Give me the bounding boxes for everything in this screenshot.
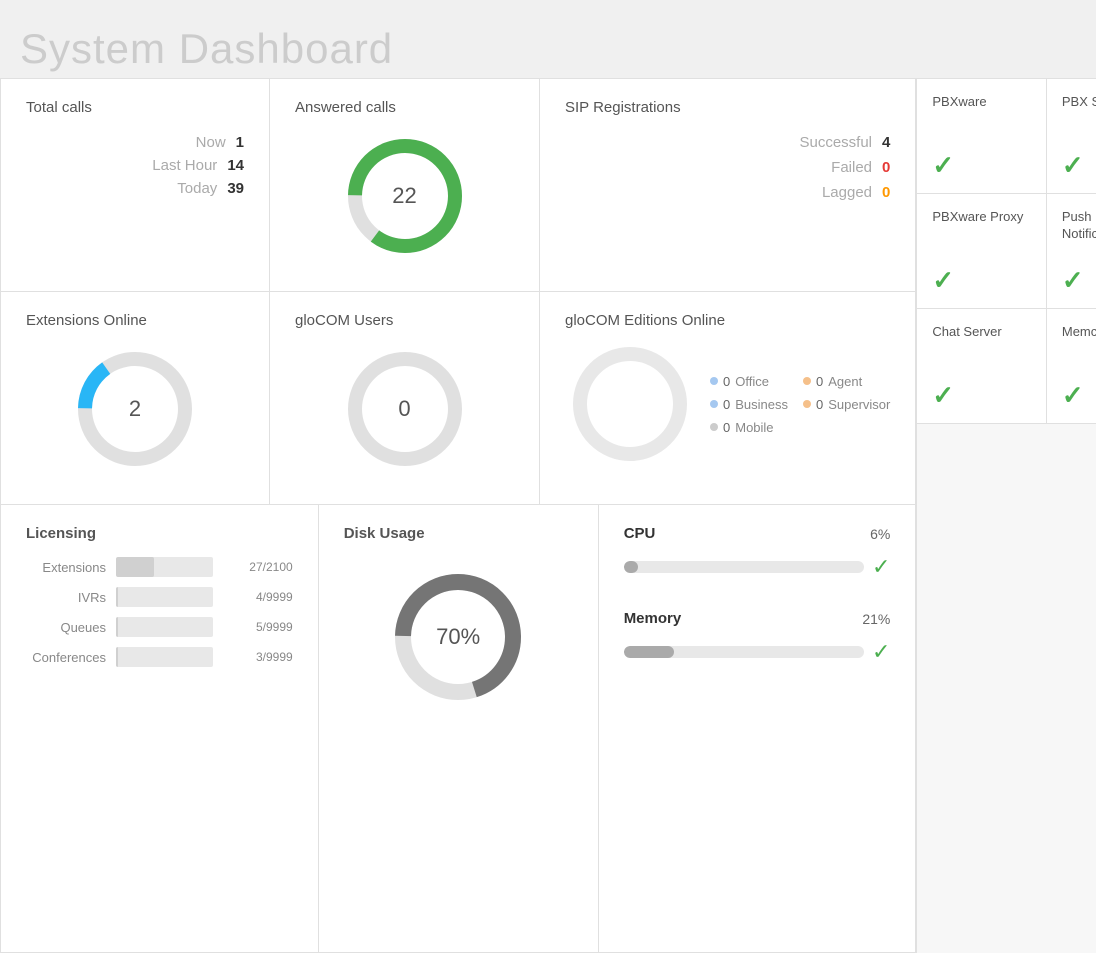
sip-failed-label: Failed — [831, 159, 872, 176]
legend-business: 0 Business — [710, 397, 788, 412]
extensions-title: Extensions Online — [26, 312, 244, 329]
license-row: Extensions 27/2100 — [26, 557, 293, 577]
glocom-editions-card: gloCOM Editions Online 0 — [540, 292, 916, 505]
license-name: IVRs — [26, 590, 106, 605]
legend-supervisor: 0 Supervisor — [803, 397, 890, 412]
extensions-value: 2 — [129, 396, 141, 422]
now-value: 1 — [236, 134, 244, 151]
service-check-icon: ✓ — [932, 380, 1031, 411]
answered-calls-donut: 22 — [340, 131, 470, 261]
service-cell: Memcached ✓ — [1047, 309, 1096, 424]
glocom-users-value: 0 — [398, 396, 410, 422]
cpu-title: CPU — [624, 525, 656, 542]
disk-usage-title: Disk Usage — [344, 525, 573, 542]
sip-failed-value: 0 — [882, 159, 890, 176]
license-row: IVRs 4/9999 — [26, 587, 293, 607]
service-name: PBX Service — [1062, 94, 1096, 111]
now-label: Now — [196, 134, 226, 151]
glocom-users-donut: 0 — [340, 344, 470, 474]
service-name: PBXware — [932, 94, 1031, 111]
cpu-check-icon: ✓ — [872, 554, 890, 580]
service-name: Memcached — [1062, 324, 1096, 341]
service-name: Chat Server — [932, 324, 1031, 341]
legend-mobile: 0 Mobile — [710, 420, 788, 435]
disk-usage-card: Disk Usage 70% — [319, 505, 599, 953]
sip-title: SIP Registrations — [565, 99, 890, 116]
service-cell: PBX Service ✓ — [1047, 79, 1096, 194]
license-bars: Extensions 27/2100 IVRs 4/9999 Queues 5/9999 C… — [26, 557, 293, 667]
sip-successful-label: Successful — [799, 134, 872, 151]
page-title: System Dashboard — [20, 25, 393, 73]
service-check-icon: ✓ — [1062, 150, 1096, 181]
license-row: Conferences 3/9999 — [26, 647, 293, 667]
legend-agent: 0 Agent — [803, 374, 890, 389]
memory-check-icon: ✓ — [872, 639, 890, 665]
license-name: Extensions — [26, 560, 106, 575]
cpu-bar — [624, 561, 638, 573]
service-cell: Chat Server ✓ — [917, 309, 1047, 424]
licensing-title: Licensing — [26, 525, 293, 542]
total-calls-title: Total calls — [26, 99, 244, 116]
legend-office: 0 Office — [710, 374, 788, 389]
memory-section: Memory 21% ✓ — [624, 610, 891, 665]
service-check-icon: ✓ — [932, 150, 1031, 181]
sip-successful-value: 4 — [882, 134, 890, 151]
glocom-users-title: gloCOM Users — [295, 312, 514, 329]
today-label: Today — [177, 180, 217, 197]
answered-calls-value: 22 — [392, 183, 416, 209]
disk-usage-donut: 70% — [383, 562, 533, 712]
license-value: 4/9999 — [223, 590, 293, 604]
cpu-memory-card: CPU 6% ✓ Memory — [599, 505, 917, 953]
disk-usage-value: 70% — [436, 624, 480, 650]
service-name: Push Notifications — [1062, 209, 1096, 243]
glocom-editions-donut — [565, 339, 695, 469]
license-value: 5/9999 — [223, 620, 293, 634]
last-hour-label: Last Hour — [152, 157, 217, 174]
service-cell: PBXware ✓ — [917, 79, 1047, 194]
license-name: Conferences — [26, 650, 106, 665]
license-row: Queues 5/9999 — [26, 617, 293, 637]
memory-bar — [624, 646, 674, 658]
service-cell: PBXware Proxy ✓ — [917, 194, 1047, 309]
service-grid: PBXware✓PBX Service✓PBXware Proxy✓Push N… — [917, 78, 1096, 424]
service-cell: Push Notifications ✓ — [1047, 194, 1096, 309]
extensions-donut: 2 — [70, 344, 200, 474]
service-check-icon: ✓ — [932, 265, 1031, 296]
glocom-users-card: gloCOM Users 0 — [270, 292, 540, 505]
license-value: 27/2100 — [223, 560, 293, 574]
memory-title: Memory — [624, 610, 682, 627]
service-check-icon: ✓ — [1062, 265, 1096, 296]
last-hour-value: 14 — [227, 157, 244, 174]
extensions-card: Extensions Online 2 — [0, 292, 270, 505]
sip-card: SIP Registrations Successful 4 Failed 0 … — [540, 78, 916, 292]
memory-pct: 21% — [862, 611, 890, 627]
today-value: 39 — [227, 180, 244, 197]
service-name: PBXware Proxy — [932, 209, 1031, 226]
cpu-pct: 6% — [870, 526, 890, 542]
answered-calls-card: Answered calls 22 — [270, 78, 540, 292]
glocom-editions-title: gloCOM Editions Online — [565, 312, 890, 329]
answered-calls-title: Answered calls — [295, 99, 514, 116]
service-check-icon: ✓ — [1062, 380, 1096, 411]
service-status-panel: PBXware✓PBX Service✓PBXware Proxy✓Push N… — [916, 78, 1096, 953]
licensing-card: Licensing Extensions 27/2100 IVRs 4/9999 Que… — [0, 505, 319, 953]
total-calls-card: Total calls Now 1 Last Hour 14 Today 39 — [0, 78, 270, 292]
license-value: 3/9999 — [223, 650, 293, 664]
license-name: Queues — [26, 620, 106, 635]
sip-lagged-value: 0 — [882, 184, 890, 201]
sip-lagged-label: Lagged — [822, 184, 872, 201]
cpu-section: CPU 6% ✓ — [624, 525, 891, 580]
